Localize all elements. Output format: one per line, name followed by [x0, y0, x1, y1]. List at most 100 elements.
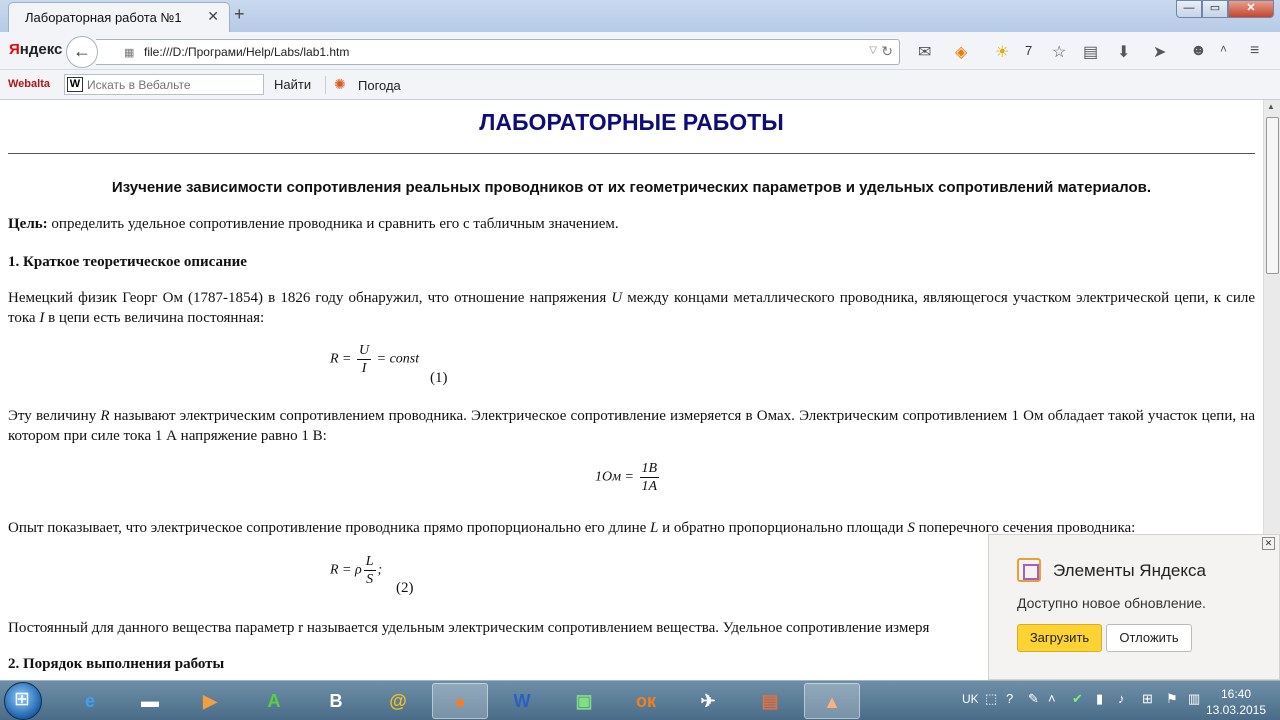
mail-agent-icon[interactable]: @ [370, 683, 426, 719]
url-text[interactable]: file:///D:/Програми/Help/Labs/lab1.htm [144, 45, 349, 59]
formula-lhs: 1Ом = [595, 469, 634, 485]
reading-list-icon[interactable]: ▤ [1083, 42, 1098, 62]
numerator: L [363, 554, 376, 571]
powerpoint-icon[interactable]: ▤ [742, 683, 798, 719]
address-bar[interactable]: ▦ file:///D:/Програми/Help/Labs/lab1.htm… [96, 39, 900, 65]
chat-icon[interactable]: ☻ [1190, 42, 1207, 60]
pen-tray-icon[interactable]: ✎ [1028, 691, 1039, 707]
text-span: Немецкий физик Георг Ом (1787-1854) в 18… [8, 290, 612, 306]
horizontal-rule [8, 153, 1255, 154]
start-button[interactable] [4, 682, 42, 720]
green-a-app-icon[interactable]: A [246, 683, 302, 719]
signal-icon[interactable]: ▥ [1188, 691, 1200, 707]
scrollbar-thumb[interactable] [1266, 117, 1279, 274]
clock-time[interactable]: 16:40 [1211, 687, 1261, 701]
wings-app-icon[interactable]: ✈ [680, 683, 736, 719]
firefox-icon[interactable]: ● [432, 683, 488, 719]
chevron-up-icon[interactable]: ˄ [1220, 42, 1227, 56]
browser-tab[interactable]: Лабораторная работа №1 ✕ [8, 2, 230, 32]
var-u: U [611, 290, 623, 306]
film-editor-icon[interactable]: ▬ [122, 683, 178, 719]
numerator: U [357, 343, 372, 360]
text-span: и обратно пропорционально площади [658, 520, 908, 536]
formula-1: R = UI = const [330, 342, 419, 377]
formula-lhs: R = [330, 562, 352, 578]
reload-icon[interactable]: ↻ [881, 43, 893, 60]
text-span: Эту величину [8, 408, 101, 424]
page-info-icon[interactable]: ▦ [124, 46, 134, 59]
formula-rhs: = const [376, 351, 420, 367]
download-icon[interactable]: ⬇ [1117, 42, 1130, 62]
language-indicator[interactable]: UK [962, 692, 979, 706]
mail-icon[interactable]: ✉ [918, 42, 931, 62]
formula-2: R = ρ L S; [330, 553, 382, 588]
back-button[interactable]: ← [66, 36, 98, 68]
notification-close-icon[interactable]: ✕ [1262, 537, 1275, 550]
menu-icon[interactable]: ≡ [1250, 42, 1259, 60]
maximize-button[interactable]: ▭ [1202, 0, 1228, 18]
webalta-w-icon: W [67, 77, 83, 92]
flag-icon[interactable]: ⚑ [1166, 691, 1178, 707]
goal-label: Цель: [8, 216, 48, 232]
weather-icon[interactable]: ☀ [995, 42, 1009, 62]
battery-tray-icon[interactable]: ▮ [1096, 691, 1103, 707]
goal-text: определить удельное сопротивление провод… [47, 216, 619, 232]
fraction: 1В 1А [639, 460, 660, 495]
webalta-logo[interactable]: Webalta [8, 78, 50, 90]
formula-lhs: R = [330, 351, 352, 367]
tab-title: Лабораторная работа №1 [25, 10, 182, 25]
clock-date[interactable]: 13.03.2015 [1200, 703, 1272, 717]
pdf-tray-icon[interactable]: ⬚ [985, 691, 997, 707]
task-manager-icon[interactable]: ▣ [556, 683, 612, 719]
fraction: UI [357, 342, 372, 377]
page-title: ЛАБОРАТОРНЫЕ РАБОТЫ [479, 109, 784, 135]
safe-remove-tray-icon[interactable]: ✔ [1072, 691, 1083, 707]
paragraph-ohm-law: Немецкий физик Георг Ом (1787-1854) в 18… [8, 288, 1255, 328]
scroll-up-arrow-icon[interactable]: ▲ [1267, 102, 1275, 111]
minimize-button[interactable]: — [1176, 0, 1202, 18]
text-span: Опыт показывает, что электрическое сопро… [8, 520, 651, 536]
help-tray-icon[interactable]: ? [1006, 691, 1013, 706]
formula-ohm: 1Ом = 1В 1А [595, 460, 661, 495]
bookmarks-toolbar: Webalta W Найти ✺ Погода [0, 70, 1280, 100]
url-dropdown-icon[interactable]: ▽ [869, 45, 877, 56]
weather-sun-icon[interactable]: ✺ [334, 76, 346, 93]
find-button[interactable]: Найти [274, 77, 311, 92]
chevron-up-tray-icon[interactable]: ˄ [1048, 691, 1056, 706]
fraction: LS [363, 553, 376, 588]
load-update-button[interactable]: Загрузить [1017, 624, 1102, 652]
bookmark-star-icon[interactable]: ☆ [1052, 42, 1066, 62]
odnoklassniki-taskbar-icon[interactable]: ок [618, 683, 674, 719]
denominator: 1А [641, 479, 658, 494]
tab-close-icon[interactable]: ✕ [207, 8, 219, 25]
new-tab-button[interactable]: + [234, 4, 245, 25]
formula-number-1: (1) [430, 370, 448, 386]
goal-paragraph: Цель: определить удельное сопротивление … [8, 214, 1255, 234]
text-span: называют электрическим сопротивлением пр… [8, 408, 1255, 444]
close-window-button[interactable]: ✕ [1228, 0, 1274, 18]
webalta-search-box[interactable]: W [64, 74, 264, 95]
weather-link[interactable]: Погода [358, 78, 401, 93]
formula-rho: ρ [355, 562, 362, 578]
denominator: S [366, 572, 374, 587]
media-player-icon[interactable]: ▶ [182, 683, 238, 719]
word-icon[interactable]: W [494, 683, 550, 719]
navigation-bar: Яндекс ▦ file:///D:/Програми/Help/Labs/l… [0, 32, 1280, 70]
yandex-logo[interactable]: Яндекс [9, 41, 62, 58]
section-heading-theory: 1. Краткое теоретическое описание [8, 254, 247, 270]
network-icon[interactable]: ⊞ [1142, 691, 1153, 707]
postpone-button[interactable]: Отложить [1106, 624, 1192, 652]
window-titlebar: Лабораторная работа №1 ✕ + — ▭ ✕ [0, 0, 1280, 32]
yandex-elements-notification: ✕ Элементы Яндекса Доступно новое обновл… [988, 534, 1280, 680]
var-r: R [100, 408, 110, 424]
volume-icon[interactable]: ♪ [1118, 691, 1125, 706]
yandex-logo-rest: ндекс [19, 41, 63, 58]
pyramid-app-icon[interactable]: ▲ [804, 683, 860, 719]
formula-tail: ; [377, 562, 383, 578]
internet-explorer-icon[interactable]: e [62, 683, 118, 719]
numerator: 1В [639, 461, 660, 478]
vk-icon[interactable]: B [308, 683, 364, 719]
odnoklassniki-icon[interactable]: ◈ [955, 42, 967, 62]
send-icon[interactable]: ➤ [1153, 42, 1166, 62]
webalta-search-input[interactable] [87, 77, 259, 93]
